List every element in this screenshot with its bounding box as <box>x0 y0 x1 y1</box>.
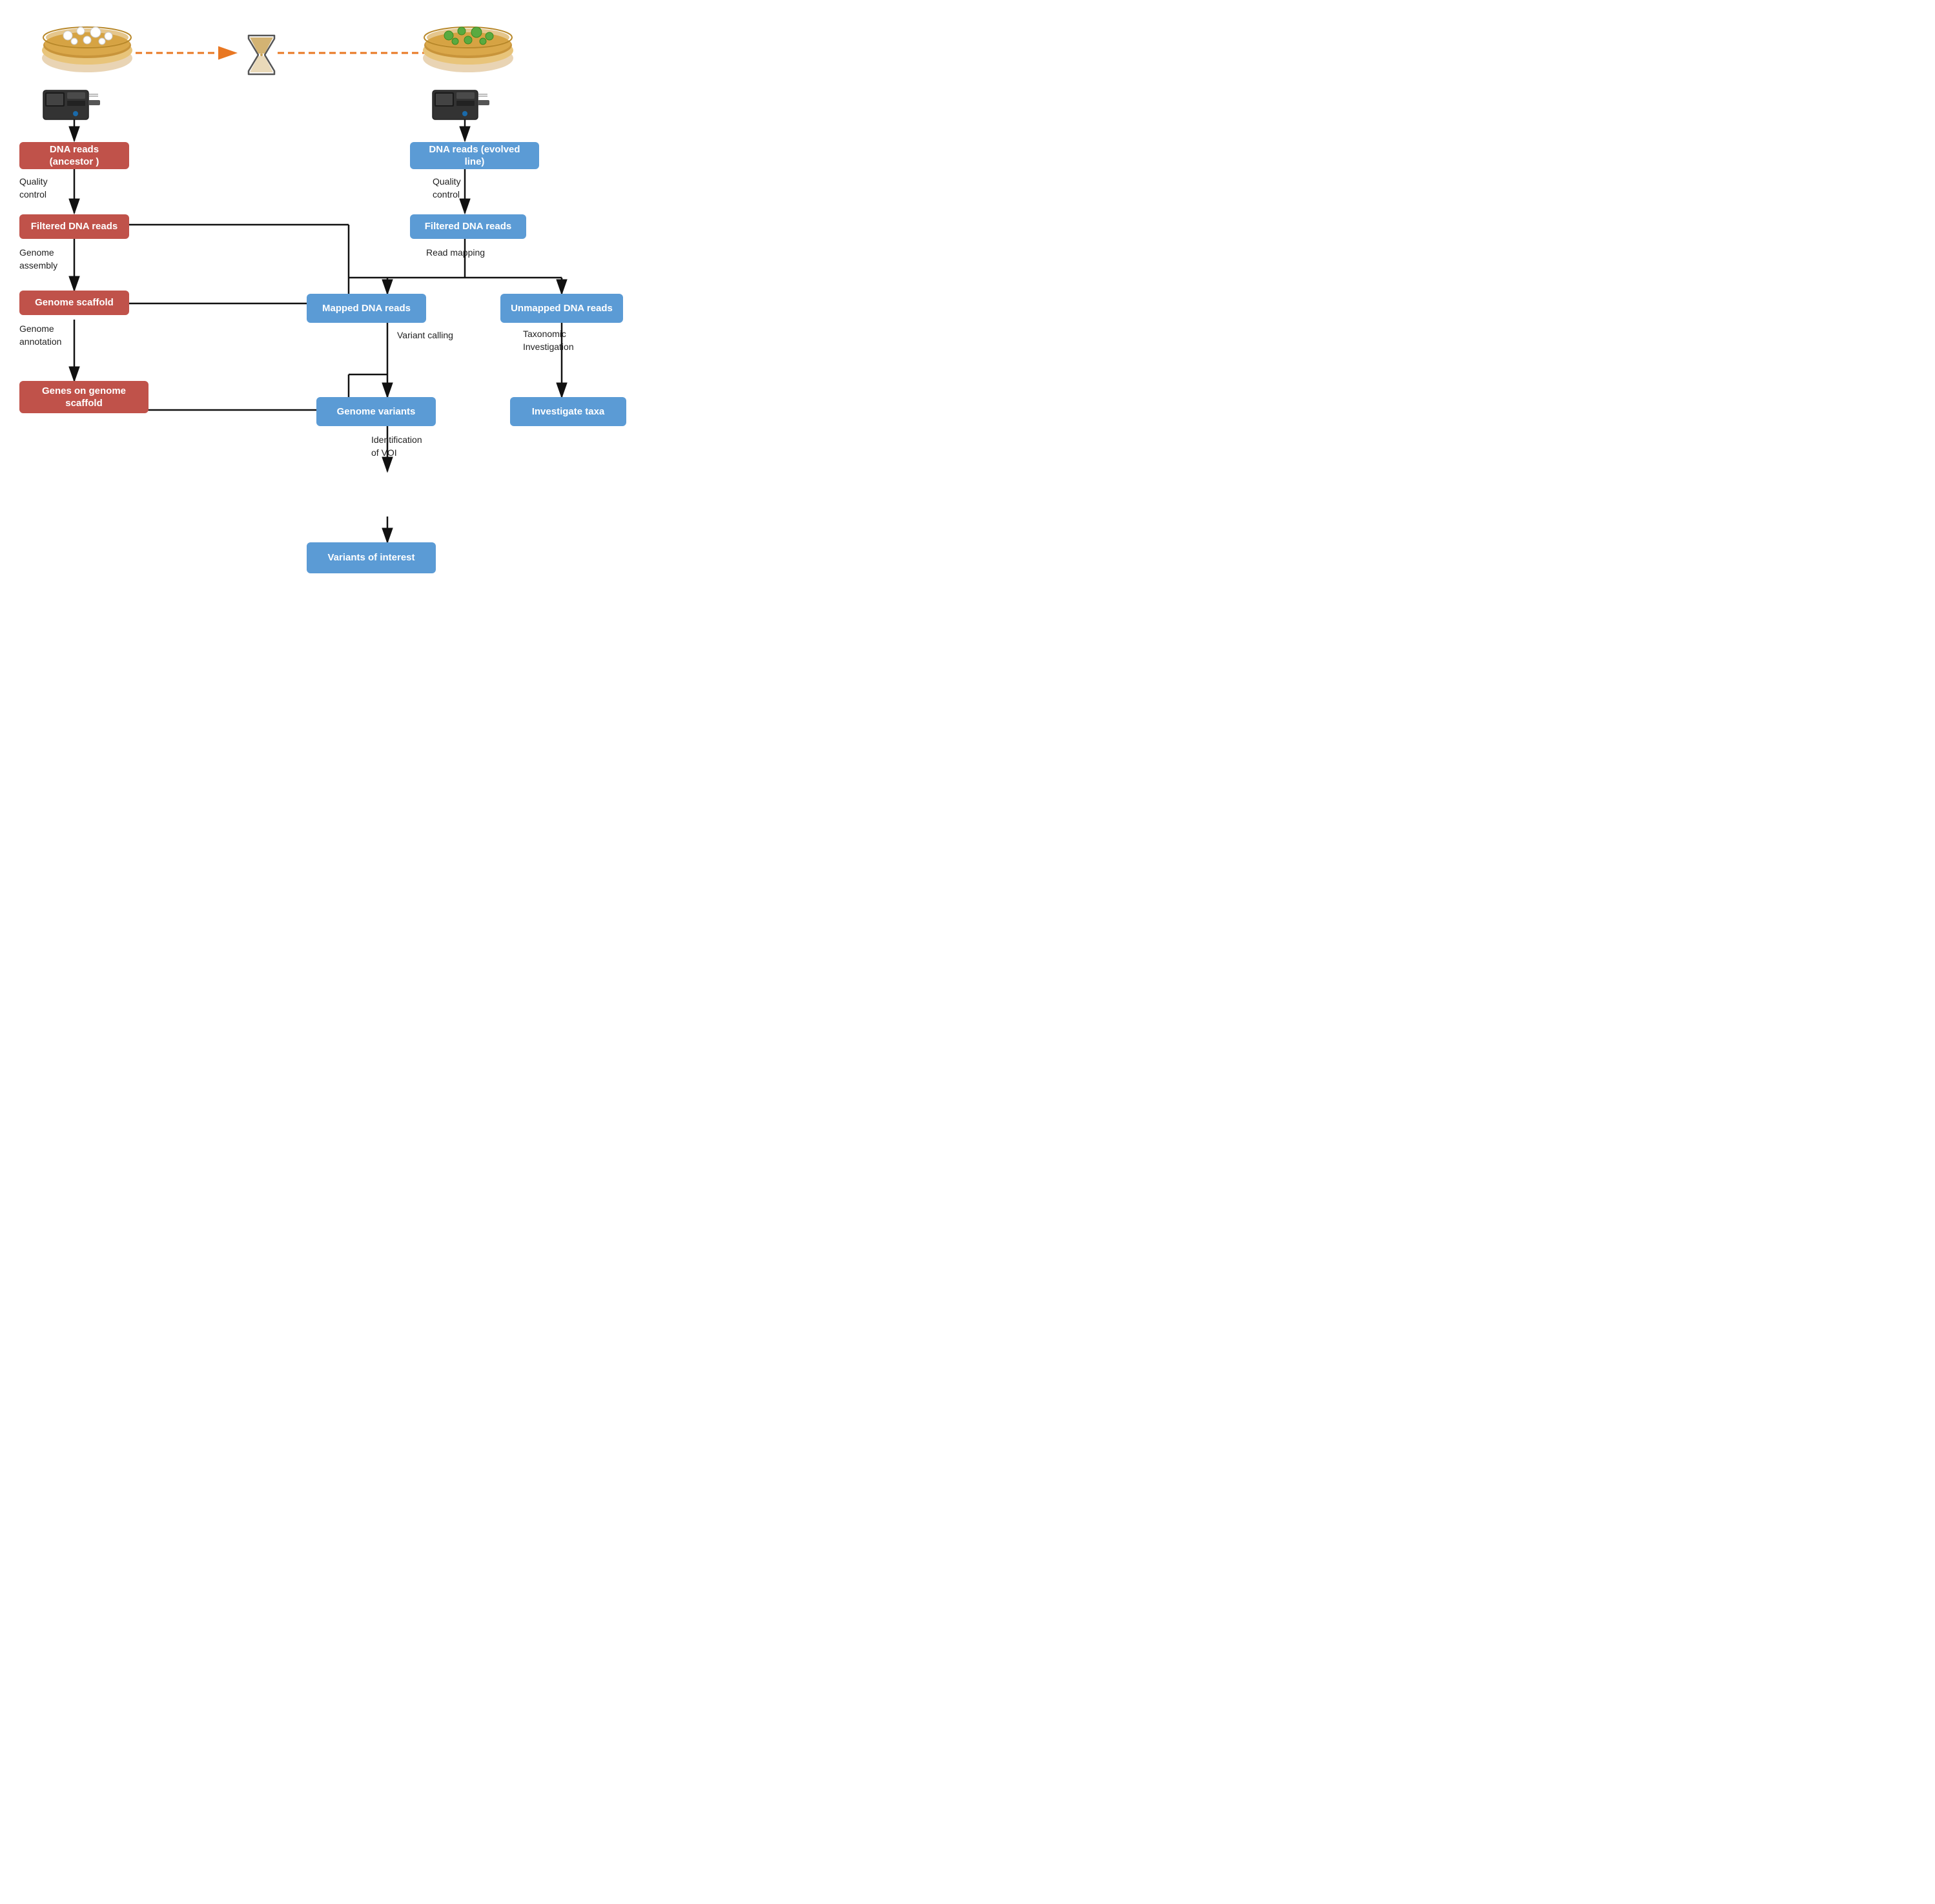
box-genes-scaffold: Genes on genome scaffold <box>19 381 148 413</box>
box-investigate-taxa: Investigate taxa <box>510 397 626 426</box>
box-dna-evolved: DNA reads (evolved line) <box>410 142 539 169</box>
box-variants-interest: Variants of interest <box>307 542 436 573</box>
box-mapped: Mapped DNA reads <box>307 294 426 323</box>
petri-dish-evolved <box>420 13 517 81</box>
label-quality-control-left: Qualitycontrol <box>19 176 48 201</box>
label-variant-calling: Variant calling <box>397 329 453 342</box>
sequencer-left <box>40 84 105 126</box>
label-genome-assembly: Genomeassembly <box>19 247 57 272</box>
box-unmapped: Unmapped DNA reads <box>500 294 623 323</box>
box-dna-ancestor: DNA reads (ancestor ) <box>19 142 129 169</box>
petri-dish-ancestor <box>39 13 136 81</box>
workflow-diagram: DNA reads (ancestor ) Qualitycontrol Fil… <box>0 0 646 633</box>
label-genome-annotation: Genomeannotation <box>19 323 61 348</box>
box-filtered-evolved: Filtered DNA reads <box>410 214 526 239</box>
sequencer-right <box>429 84 494 126</box>
box-filtered-ancestor: Filtered DNA reads <box>19 214 129 239</box>
hourglass-icon <box>242 32 281 83</box>
label-quality-control-right: Qualitycontrol <box>433 176 461 201</box>
box-genome-scaffold: Genome scaffold <box>19 291 129 315</box>
box-genome-variants: Genome variants <box>316 397 436 426</box>
label-taxonomic: TaxonomicInvestigation <box>523 328 574 353</box>
label-identification-voi: Identificationof VOI <box>371 434 422 459</box>
label-read-mapping: Read mapping <box>426 247 485 260</box>
